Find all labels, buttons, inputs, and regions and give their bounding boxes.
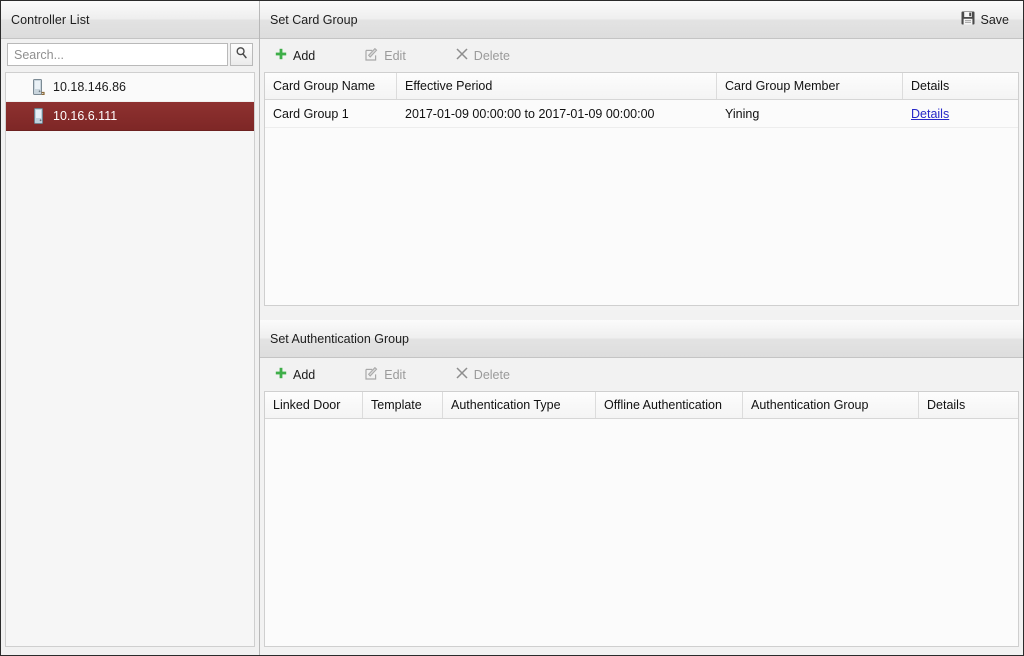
section-title-card-group: Set Card Group	[270, 12, 358, 27]
column-header-card-group-name[interactable]: Card Group Name	[265, 73, 397, 99]
controller-device-icon	[32, 79, 45, 96]
delete-label: Delete	[473, 48, 510, 63]
delete-label: Delete	[473, 367, 510, 382]
edit-label: Edit	[384, 367, 406, 382]
column-header-authentication-group[interactable]: Authentication Group	[743, 392, 919, 418]
save-label: Save	[980, 12, 1010, 27]
search-button[interactable]	[230, 43, 253, 66]
list-item-label: 10.18.146.86	[53, 80, 126, 94]
auth-group-toolbar: Add Edit Delete	[260, 358, 1023, 391]
section-divider	[260, 306, 1023, 320]
edit-label: Edit	[384, 48, 406, 63]
column-header-authentication-type[interactable]: Authentication Type	[443, 392, 596, 418]
cell-details: Details	[903, 100, 1018, 127]
search-icon	[235, 46, 248, 64]
delete-card-group-button[interactable]: Delete	[450, 44, 520, 68]
search-input[interactable]	[7, 43, 228, 66]
auth-group-section-header: Set Authentication Group	[260, 320, 1023, 358]
auth-group-table-header: Linked Door Template Authentication Type…	[265, 392, 1018, 419]
floppy-save-icon	[961, 11, 975, 28]
column-header-effective-period[interactable]: Effective Period	[397, 73, 717, 99]
cell-card-group-member: Yining	[725, 106, 760, 121]
column-header-details[interactable]: Details	[919, 392, 1018, 418]
content-area: Set Card Group Save Add Edit Delete Card…	[260, 1, 1023, 655]
card-group-table-body: Card Group 1 2017-01-09 00:00:00 to 2017…	[265, 100, 1018, 305]
column-header-details[interactable]: Details	[903, 73, 1018, 99]
details-link[interactable]: Details	[911, 107, 949, 121]
card-group-section-header: Set Card Group Save	[260, 1, 1023, 39]
panel-title: Controller List	[11, 12, 90, 27]
controller-device-icon	[32, 108, 45, 124]
application-window: Controller List Search... 10.18.146.86 1…	[0, 0, 1024, 656]
controller-list-box[interactable]: 10.18.146.86 10.16.6.111	[5, 72, 255, 647]
save-button[interactable]: Save	[957, 9, 1014, 30]
list-item[interactable]: 10.16.6.111	[6, 102, 254, 131]
auth-group-table-body	[265, 419, 1018, 646]
edit-card-group-button[interactable]: Edit	[359, 44, 416, 68]
add-label: Add	[293, 48, 316, 63]
cell-effective-period: 2017-01-09 00:00:00 to 2017-01-09 00:00:…	[405, 106, 655, 121]
column-header-template[interactable]: Template	[363, 392, 443, 418]
plus-icon	[275, 367, 287, 382]
add-label: Add	[293, 367, 316, 382]
table-row[interactable]: Card Group 1 2017-01-09 00:00:00 to 2017…	[265, 100, 1018, 128]
section-title-auth-group: Set Authentication Group	[270, 331, 409, 346]
add-card-group-button[interactable]: Add	[269, 44, 325, 68]
auth-group-table: Linked Door Template Authentication Type…	[264, 391, 1019, 647]
list-item[interactable]: 10.18.146.86	[6, 73, 254, 102]
list-item-label: 10.16.6.111	[53, 109, 118, 123]
card-group-table-header: Card Group Name Effective Period Card Gr…	[265, 73, 1018, 100]
delete-auth-group-button[interactable]: Delete	[450, 363, 520, 387]
column-header-offline-authentication[interactable]: Offline Authentication	[596, 392, 743, 418]
x-close-icon	[456, 367, 468, 382]
plus-icon	[275, 48, 287, 63]
card-group-toolbar: Add Edit Delete	[260, 39, 1023, 72]
x-close-icon	[456, 48, 468, 63]
cell-card-group-name: Card Group 1	[273, 106, 349, 121]
column-header-linked-door[interactable]: Linked Door	[265, 392, 363, 418]
column-header-card-group-member[interactable]: Card Group Member	[717, 73, 903, 99]
controller-list-panel: Controller List Search... 10.18.146.86 1…	[1, 1, 260, 655]
controller-list-header: Controller List	[1, 1, 259, 39]
pencil-edit-icon	[365, 47, 378, 64]
card-group-table: Card Group Name Effective Period Card Gr…	[264, 72, 1019, 306]
pencil-edit-icon	[365, 366, 378, 383]
search-row	[1, 39, 259, 70]
edit-auth-group-button[interactable]: Edit	[359, 363, 416, 387]
add-auth-group-button[interactable]: Add	[269, 363, 325, 387]
